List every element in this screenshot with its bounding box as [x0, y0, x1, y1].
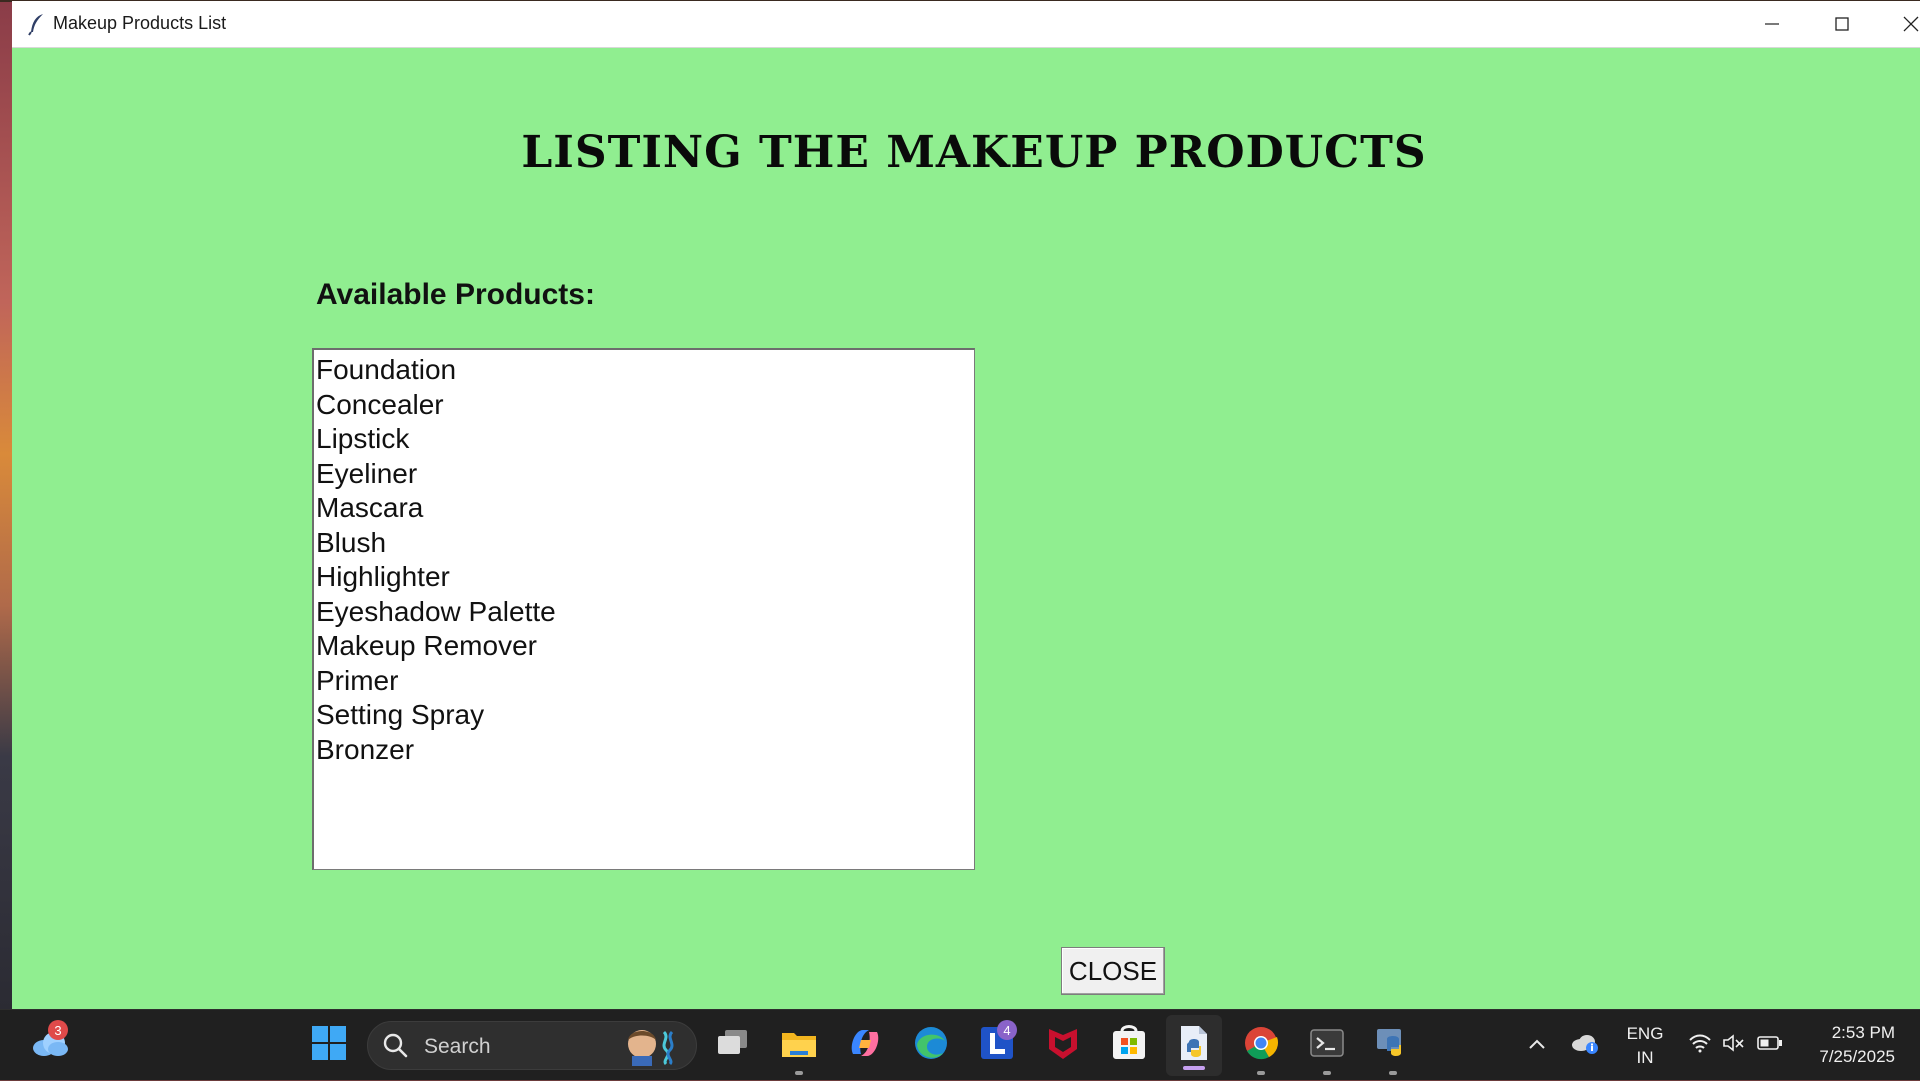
list-item[interactable]: Eyeliner — [314, 457, 974, 492]
close-icon — [1902, 15, 1920, 33]
windows-icon — [311, 1025, 347, 1066]
mcafee-icon — [1046, 1025, 1080, 1066]
maximize-button[interactable] — [1809, 1, 1875, 47]
title-bar[interactable]: Makeup Products List — [12, 1, 1920, 48]
taskbar: 3 Search 4 ENG IN 2:53 PM 7/25/2025 — [0, 1009, 1920, 1080]
products-listbox[interactable]: Foundation Concealer Lipstick Eyeliner M… — [312, 348, 975, 870]
list-item[interactable]: Highlighter — [314, 560, 974, 595]
chrome-button[interactable] — [1235, 1010, 1287, 1081]
app-window: Makeup Products List LISTING THE MAKEUP … — [12, 1, 1920, 1009]
taskbar-search[interactable]: Search — [367, 1021, 697, 1070]
language-code: ENG — [1626, 1024, 1664, 1043]
clock-date: 7/25/2025 — [1819, 1047, 1895, 1066]
window-title: Makeup Products List — [53, 13, 227, 33]
feather-icon — [26, 12, 48, 36]
volume-muted-icon — [1722, 1033, 1746, 1058]
tray-overflow-button[interactable] — [1522, 1010, 1552, 1081]
task-view-icon — [715, 1028, 751, 1063]
wifi-icon — [1688, 1033, 1712, 1058]
edge-button[interactable] — [905, 1010, 957, 1081]
microsoft-store-button[interactable] — [1103, 1010, 1155, 1081]
volume-button[interactable] — [1718, 1010, 1750, 1081]
running-indicator — [1323, 1071, 1331, 1075]
chrome-icon — [1243, 1025, 1279, 1066]
terminal-icon — [1309, 1027, 1345, 1064]
edge-icon — [913, 1025, 949, 1066]
list-item[interactable]: Blush — [314, 526, 974, 561]
copilot-button[interactable] — [839, 1010, 891, 1081]
close-window-button[interactable] — [1878, 1, 1920, 47]
file-explorer-button[interactable] — [773, 1010, 825, 1081]
running-indicator — [1183, 1066, 1205, 1070]
battery-icon — [1757, 1035, 1783, 1056]
file-explorer-icon — [780, 1027, 818, 1064]
network-button[interactable] — [1684, 1010, 1716, 1081]
python-idle-icon — [1177, 1024, 1211, 1067]
python-icon — [1375, 1025, 1411, 1066]
python-idle-button[interactable] — [1166, 1015, 1222, 1076]
search-placeholder: Search — [424, 1035, 491, 1058]
region-code: IN — [1636, 1048, 1654, 1067]
products-label: Available Products: — [316, 278, 595, 311]
onedrive-icon — [1570, 1031, 1600, 1060]
running-indicator — [795, 1071, 803, 1075]
search-highlight-icon — [620, 1026, 684, 1066]
onedrive-button[interactable] — [1568, 1010, 1602, 1081]
list-item[interactable]: Concealer — [314, 388, 974, 423]
list-item[interactable]: Primer — [314, 664, 974, 699]
close-button[interactable]: CLOSE — [1061, 947, 1165, 995]
weather-widget[interactable]: 3 — [24, 1010, 76, 1081]
running-indicator — [1389, 1071, 1397, 1075]
weather-badge: 3 — [48, 1020, 68, 1040]
clock-time: 2:53 PM — [1831, 1023, 1895, 1042]
mcafee-button[interactable] — [1037, 1010, 1089, 1081]
running-indicator — [1257, 1071, 1265, 1075]
python-button[interactable] — [1367, 1010, 1419, 1081]
list-item[interactable]: Mascara — [314, 491, 974, 526]
language-indicator[interactable]: ENG IN — [1620, 1022, 1670, 1070]
copilot-icon — [847, 1026, 883, 1065]
minimize-button[interactable] — [1739, 1, 1805, 47]
minimize-icon — [1764, 16, 1780, 32]
list-item[interactable]: Bronzer — [314, 733, 974, 768]
l-app-button[interactable]: 4 — [971, 1010, 1023, 1081]
page-heading: LISTING THE MAKEUP PRODUCTS — [521, 127, 1427, 178]
maximize-icon — [1834, 16, 1850, 32]
terminal-button[interactable] — [1301, 1010, 1353, 1081]
list-item[interactable]: Eyeshadow Palette — [314, 595, 974, 630]
task-view-button[interactable] — [707, 1010, 759, 1081]
list-item[interactable]: Foundation — [314, 353, 974, 388]
list-item[interactable]: Makeup Remover — [314, 629, 974, 664]
battery-button[interactable] — [1754, 1010, 1786, 1081]
microsoft-store-icon — [1111, 1025, 1147, 1066]
chevron-up-icon — [1528, 1037, 1546, 1055]
start-button[interactable] — [306, 1010, 352, 1081]
l-app-badge: 4 — [997, 1020, 1017, 1040]
list-item[interactable]: Lipstick — [314, 422, 974, 457]
clock[interactable]: 2:53 PM 7/25/2025 — [1819, 1021, 1895, 1069]
list-item[interactable]: Setting Spray — [314, 698, 974, 733]
desktop-background — [0, 0, 12, 1009]
search-icon — [382, 1032, 408, 1063]
